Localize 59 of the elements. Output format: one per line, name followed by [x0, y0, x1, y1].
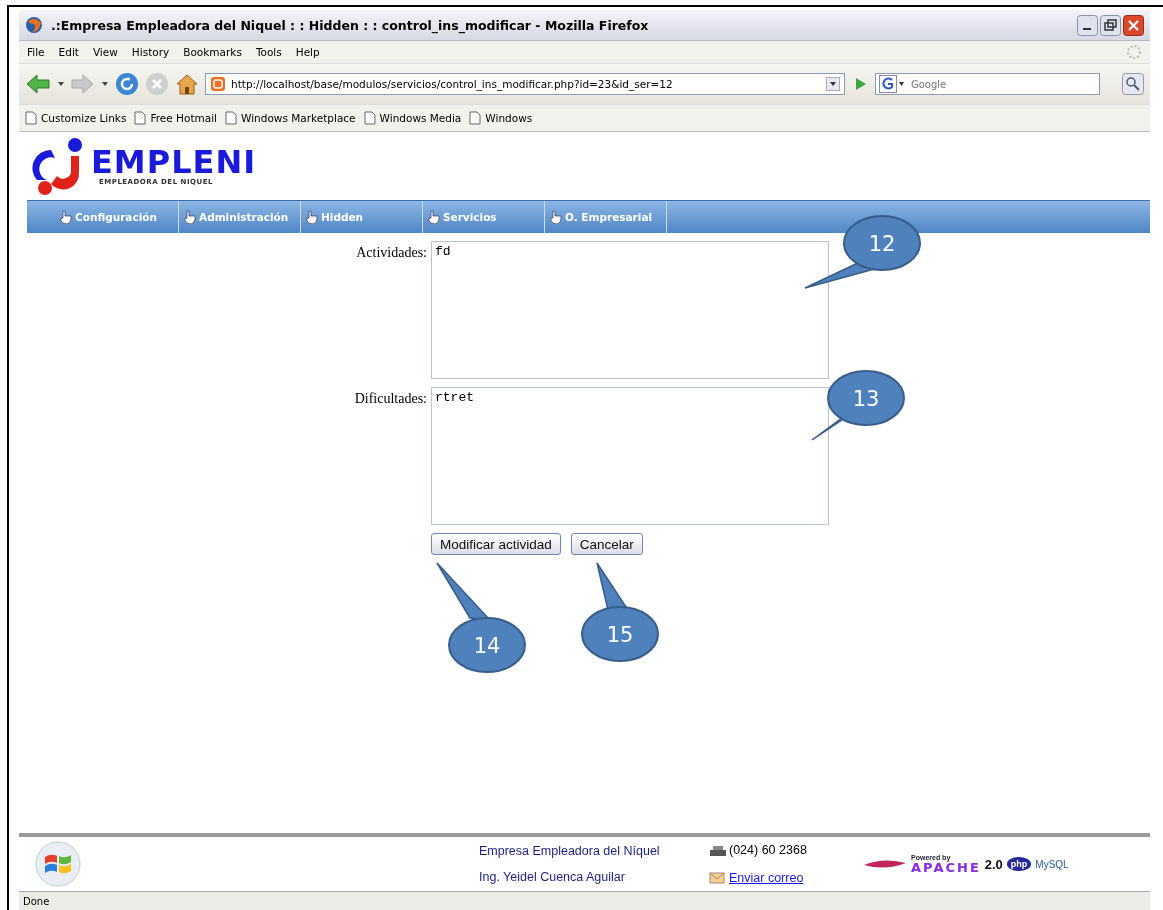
bookmark-link[interactable]: Windows Marketplace	[225, 111, 356, 125]
author-name: Ing. Yeidel Cuenca Aguilar	[479, 870, 626, 884]
minimize-button[interactable]	[1077, 14, 1098, 36]
feather-icon	[863, 857, 907, 871]
logo-text: EMPLENI	[91, 146, 257, 178]
restore-button[interactable]	[1100, 14, 1121, 36]
callout-bubble: 14	[436, 562, 526, 673]
apache-text: APACHE	[911, 861, 981, 874]
search-icon[interactable]	[1122, 73, 1144, 95]
menu-item[interactable]: Edit	[58, 46, 79, 58]
bookmark-link[interactable]: Windows	[469, 111, 533, 125]
bookmark-link[interactable]: Customize Links	[25, 111, 127, 125]
dropdown-arrow-icon[interactable]	[57, 80, 65, 88]
phone-icon	[709, 845, 727, 857]
menu-item[interactable]: Bookmarks	[183, 46, 242, 58]
version-text: 2.0	[984, 856, 1003, 872]
menu-item[interactable]: Tools	[255, 46, 282, 58]
text-area[interactable]: rtret	[431, 387, 829, 525]
mysql-logo: MySQL	[1035, 858, 1069, 870]
site-icon	[210, 76, 226, 92]
page-icon	[225, 111, 237, 125]
back-button[interactable]	[25, 73, 51, 95]
windows-logo	[35, 841, 81, 887]
menu-item[interactable]: History	[131, 46, 170, 58]
menu-item[interactable]: View	[92, 46, 118, 58]
page-icon	[134, 111, 147, 125]
dropdown-button[interactable]	[826, 77, 840, 91]
home-button[interactable]	[175, 72, 199, 96]
close-button[interactable]	[1123, 14, 1144, 36]
menu-item[interactable]: Help	[295, 46, 320, 58]
bookmark-link[interactable]: Free Hotmail	[134, 111, 217, 125]
page-icon	[363, 111, 376, 125]
hand-pointer-icon	[549, 210, 562, 224]
address-bar[interactable]: http://localhost/base/modulos/servicios/control_ins_modificar.php?id=23&id_ser=12	[205, 73, 845, 95]
field-label: Dificultades:	[353, 390, 428, 408]
status-text: Done	[23, 895, 50, 907]
email-link[interactable]: Enviar correo	[729, 871, 804, 885]
submit-button[interactable]: Modificar actividad	[431, 533, 561, 555]
hand-pointer-icon	[305, 210, 318, 224]
field-label: Actividades:	[355, 244, 428, 262]
dropdown-arrow-icon[interactable]	[101, 80, 109, 88]
mail-icon	[709, 869, 727, 885]
bookmark-link[interactable]: Windows Media	[363, 111, 462, 125]
php-logo: php	[1006, 857, 1032, 871]
search-box[interactable]: Google	[875, 73, 1100, 95]
menu-item[interactable]: File	[27, 46, 45, 58]
cancel-button[interactable]: Cancelar	[570, 533, 643, 555]
hand-pointer-icon	[183, 210, 196, 224]
hand-pointer-icon	[59, 210, 72, 224]
phone-number: (024) 60 2368	[729, 843, 807, 857]
google-engine-icon[interactable]	[879, 75, 905, 93]
text-area[interactable]: fd	[431, 241, 829, 379]
throbber-icon	[1126, 44, 1142, 60]
window-title: .:Empresa Empleadora del Niquel : : Hidden : : control_ins_modificar - Mozilla Firefox	[51, 17, 650, 33]
company-name: Empresa Empleadora del Níquel	[479, 844, 661, 858]
page-icon	[25, 111, 37, 125]
hand-pointer-icon	[427, 210, 440, 224]
reload-button[interactable]	[115, 72, 139, 96]
page-icon	[469, 111, 482, 125]
